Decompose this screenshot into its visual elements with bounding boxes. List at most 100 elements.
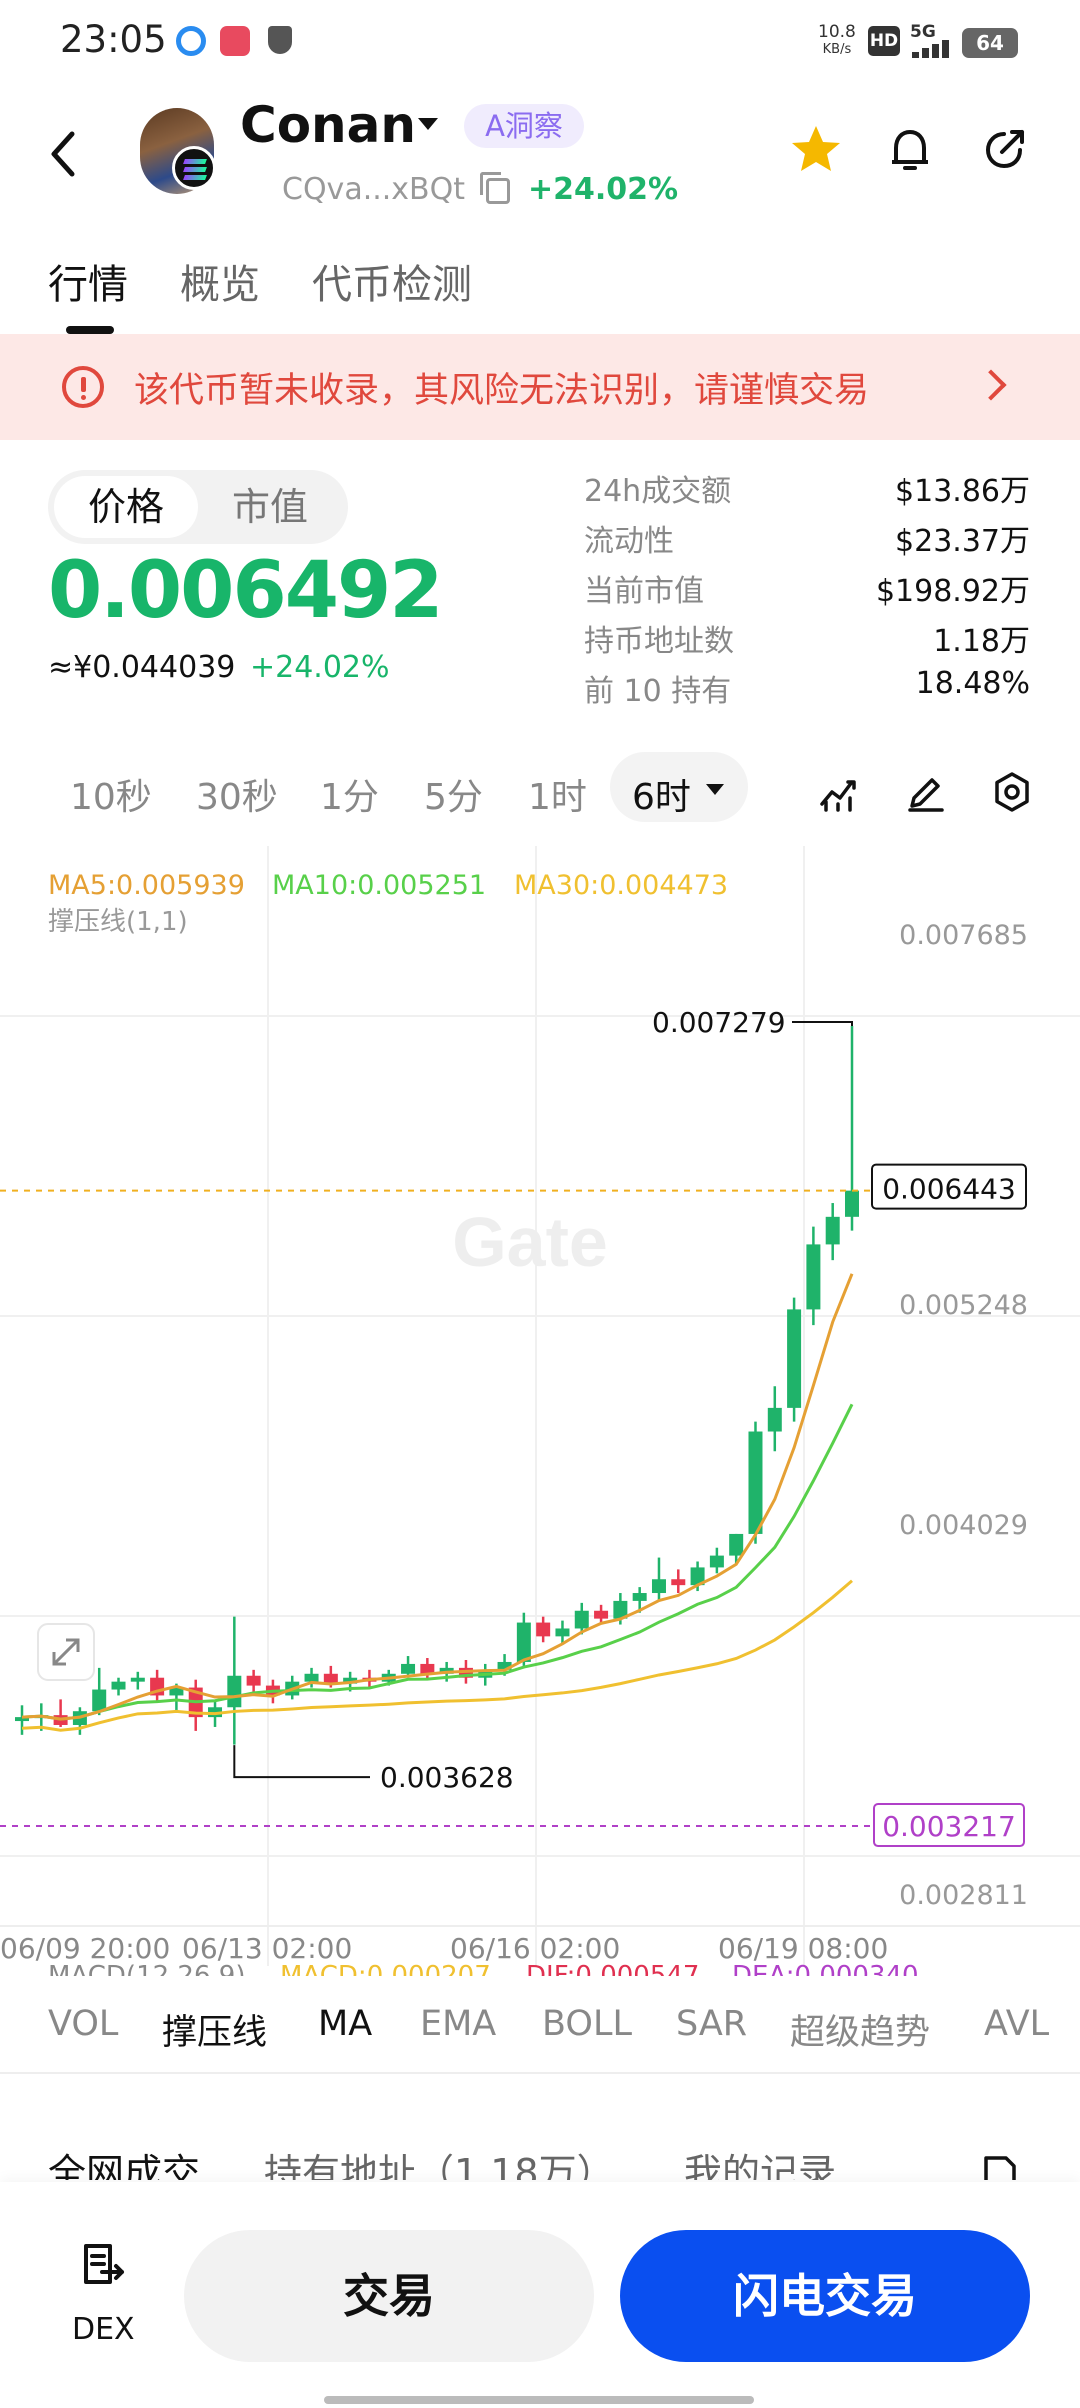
ai-insight-badge[interactable]: A洞察: [464, 104, 584, 148]
browser-notification-icon: [176, 26, 206, 56]
price-axis-label: 0.005248: [899, 1290, 1028, 1321]
tf-5m[interactable]: 5分: [424, 768, 483, 820]
macd-value: MACD:0.000207: [280, 1961, 491, 1976]
low-label: 0.003628: [380, 1761, 514, 1794]
indicator-icon[interactable]: [818, 770, 862, 814]
high-marker: [792, 1020, 853, 1026]
tf-selected-label: 6时: [632, 777, 691, 818]
stat-label-holders: 持币地址数: [584, 624, 734, 659]
subtab-all-trades[interactable]: 全网成交: [48, 2142, 200, 2180]
dex-icon[interactable]: [78, 2240, 126, 2288]
stat-value-mcap: $198.92万: [875, 574, 1030, 609]
flash-trade-button[interactable]: 闪电交易: [620, 2230, 1030, 2362]
watermark-text: Gate: [452, 1203, 608, 1281]
tab-token-check[interactable]: 代币检测: [312, 252, 472, 310]
tf-10s[interactable]: 10秒: [70, 768, 152, 820]
sr-label: 撑压线(1,1): [48, 907, 188, 937]
stat-label-liquidity: 流动性: [584, 524, 674, 559]
share-icon[interactable]: [976, 120, 1036, 180]
back-icon[interactable]: [40, 124, 90, 184]
candlestick-chart-svg[interactable]: Gate MA5:0.005939 MA10:0.005251 MA30:0.0044…: [0, 846, 1080, 1976]
risk-warning-banner[interactable]: 该代币暂未收录，其风险无法识别，请谨慎交易: [0, 334, 1080, 440]
tf-30s[interactable]: 30秒: [196, 768, 278, 820]
candle-body: [246, 1675, 261, 1686]
price-chart[interactable]: Gate MA5:0.005939 MA10:0.005251 MA30:0.0044…: [0, 846, 1080, 1976]
ind-ema[interactable]: EMA: [420, 2004, 496, 2044]
shield-icon: [268, 26, 292, 54]
bell-icon[interactable]: [880, 120, 940, 180]
tf-6h-selector[interactable]: 6时: [610, 752, 748, 822]
trade-button[interactable]: 交易: [184, 2230, 594, 2362]
stat-value-holders: 1.18万: [933, 624, 1030, 659]
ind-ma[interactable]: MA: [318, 2004, 372, 2044]
solana-chain-icon: [172, 146, 216, 190]
page-tabs: 行情 概览 代币检测: [0, 224, 1080, 334]
header-change: +24.02%: [528, 172, 679, 207]
token-switch-caret-icon[interactable]: [418, 118, 438, 130]
token-name[interactable]: Conan: [240, 96, 416, 154]
candle-body: [555, 1628, 570, 1637]
candle-body: [111, 1681, 126, 1690]
net-speed-value: 10.8: [818, 22, 856, 42]
stat-value-liquidity: $23.37万: [895, 524, 1030, 559]
candle-body: [227, 1675, 242, 1708]
ind-vol[interactable]: VOL: [48, 2004, 118, 2044]
network-type: 5G: [910, 22, 936, 42]
price-mcap-toggle: 价格 市值: [48, 470, 348, 544]
warning-icon: [62, 366, 104, 408]
subtab-holders[interactable]: 持有地址（1.18万）: [264, 2142, 615, 2180]
candle-body: [632, 1593, 647, 1601]
candle-body: [729, 1533, 744, 1556]
hd-icon: HD: [868, 26, 900, 56]
current-price: 0.006492: [48, 546, 444, 636]
ind-supertrend[interactable]: 超级趋势: [790, 2004, 930, 2055]
dex-label[interactable]: DEX: [72, 2312, 135, 2347]
export-icon[interactable]: [978, 2154, 1022, 2180]
tf-1m[interactable]: 1分: [320, 768, 379, 820]
ma5-line: [21, 1273, 854, 1721]
tab-market[interactable]: 行情: [48, 252, 128, 310]
home-indicator[interactable]: [324, 2396, 754, 2404]
settings-icon[interactable]: [990, 770, 1034, 814]
status-bar: 23:05 10.8 KB/s HD 5G 64: [0, 0, 1080, 84]
star-icon[interactable]: [786, 120, 846, 180]
price-change: +24.02%: [250, 650, 390, 685]
candle-body: [806, 1244, 821, 1310]
candle-body: [787, 1309, 802, 1408]
legend-ma30: MA30:0.004473: [514, 870, 728, 901]
tf-1h[interactable]: 1时: [528, 768, 587, 820]
candle-body: [748, 1431, 763, 1534]
dif-value: DIF:0.000547: [526, 1961, 699, 1976]
high-label: 0.007279: [652, 1006, 786, 1039]
candle-body: [92, 1689, 107, 1712]
copy-icon[interactable]: [480, 172, 510, 204]
price-axis-label: 0.002811: [899, 1880, 1028, 1911]
battery-icon: 64: [962, 28, 1018, 58]
signal-icon: [912, 40, 949, 58]
tab-overview[interactable]: 概览: [180, 252, 260, 310]
draw-icon[interactable]: [904, 770, 948, 814]
candle-body: [536, 1622, 551, 1637]
bottom-action-bar: DEX 交易 闪电交易: [0, 2182, 1080, 2408]
trades-subtabs: 全网成交 持有地址（1.18万） 我的记录: [0, 2100, 1080, 2180]
price-axis-label: 0.007685: [899, 920, 1028, 951]
toggle-market-cap[interactable]: 市值: [198, 476, 342, 538]
candle-body: [671, 1579, 686, 1586]
subtab-my-records[interactable]: 我的记录: [684, 2142, 836, 2180]
ind-support-resistance[interactable]: 撑压线: [162, 2004, 267, 2055]
indicator-tabs: VOL 撑压线 MA EMA BOLL SAR 超级趋势 AVL: [0, 1990, 1080, 2060]
net-speed: 10.8 KB/s: [818, 24, 856, 58]
toggle-price[interactable]: 价格: [54, 476, 198, 538]
support-label: 0.003217: [882, 1810, 1016, 1843]
price-axis-label: 0.004029: [899, 1510, 1028, 1541]
ind-sar[interactable]: SAR: [676, 2004, 747, 2044]
net-speed-unit: KB/s: [822, 42, 852, 57]
legend-ma5: MA5:0.005939: [48, 870, 245, 901]
ind-avl[interactable]: AVL: [984, 2004, 1049, 2044]
ind-boll[interactable]: BOLL: [542, 2004, 632, 2044]
macd-title: MACD(12,26,9): [48, 1961, 245, 1976]
candle-body: [845, 1190, 859, 1217]
chevron-down-icon: [706, 784, 724, 795]
candle-body: [574, 1610, 589, 1629]
low-marker: [233, 1745, 370, 1779]
